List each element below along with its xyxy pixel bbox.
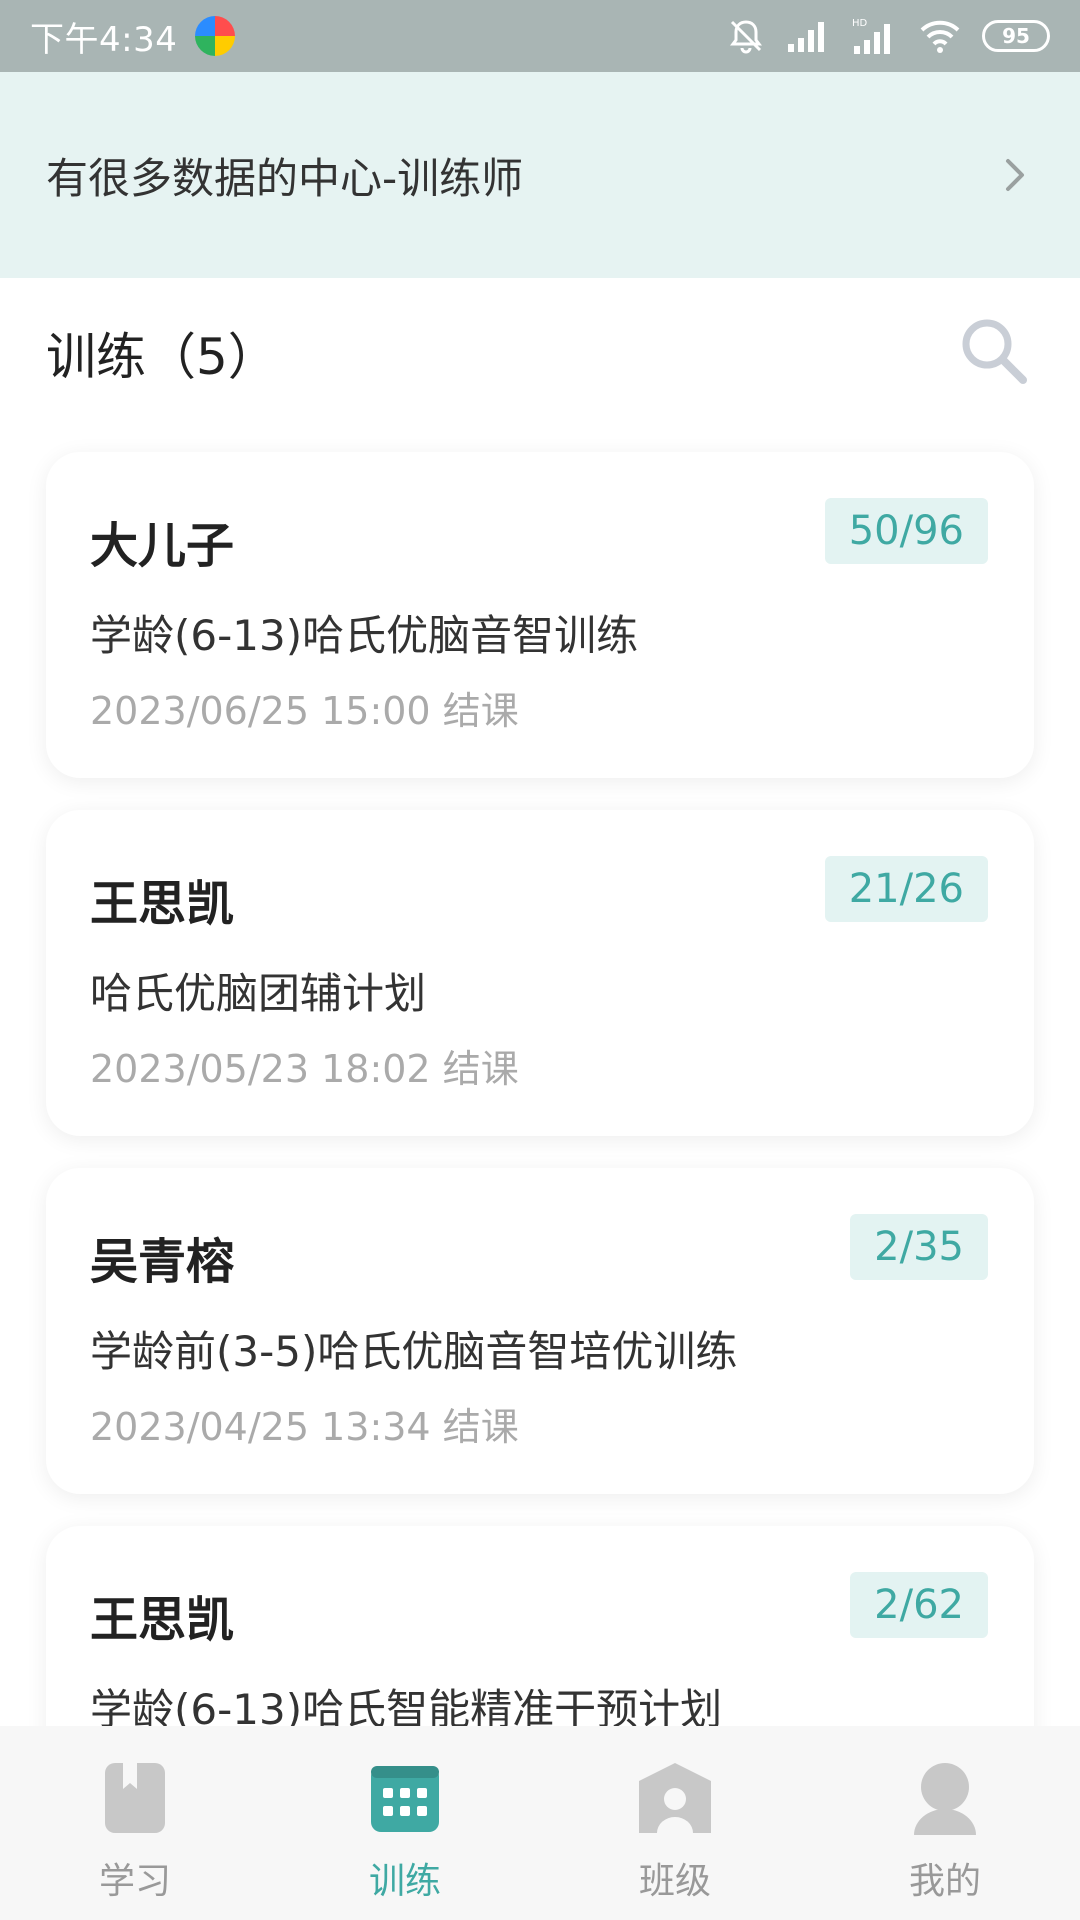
app-logo-icon: [195, 16, 236, 56]
signal-icon: [786, 18, 830, 54]
progress-badge: 2/62: [850, 1572, 988, 1638]
calendar-grid-icon: [365, 1758, 445, 1838]
status-time: 下午4:34: [30, 19, 178, 60]
course-name: 学龄前(3-5)哈氏优脑音智培优训练: [90, 1327, 738, 1376]
search-button[interactable]: [954, 313, 1034, 393]
nav-label: 学习: [98, 1861, 171, 1902]
battery-indicator: 95: [982, 20, 1050, 52]
course-name: 哈氏优脑团辅计划: [90, 969, 427, 1018]
org-title: 有很多数据的中心-训练师: [46, 153, 524, 203]
end-date: 2023/06/25 15:00 结课: [90, 689, 519, 733]
student-name: 大儿子: [90, 518, 235, 574]
nav-label: 训练: [368, 1861, 441, 1902]
wifi-icon: [918, 18, 962, 54]
progress-badge: 50/96: [824, 498, 988, 564]
section-header: 训练（5）: [0, 278, 1080, 428]
mute-bell-icon: [726, 16, 766, 56]
status-bar: 下午4:34 HD 95: [0, 0, 1080, 72]
chevron-right-icon: [994, 155, 1034, 195]
user-icon: [905, 1758, 985, 1838]
bottom-nav: 学习 训练 班级 我的: [0, 1726, 1080, 1920]
nav-item-training[interactable]: 训练: [270, 1726, 540, 1920]
hd-signal-icon: HD: [850, 16, 898, 56]
nav-label: 班级: [638, 1861, 711, 1902]
training-card[interactable]: 大儿子 50/96 学龄(6-13)哈氏优脑音智训练 2023/06/25 15…: [46, 452, 1034, 778]
svg-text:HD: HD: [852, 18, 868, 29]
end-date: 2023/04/25 13:34 结课: [90, 1405, 519, 1449]
nav-item-study[interactable]: 学习: [0, 1726, 270, 1920]
nav-item-mine[interactable]: 我的: [810, 1726, 1080, 1920]
progress-badge: 21/26: [824, 856, 988, 922]
status-left: 下午4:34: [30, 12, 236, 61]
nav-label: 我的: [908, 1861, 981, 1902]
search-icon: [957, 314, 1031, 392]
training-card[interactable]: 吴青榕 2/35 学龄前(3-5)哈氏优脑音智培优训练 2023/04/25 1…: [46, 1168, 1034, 1494]
status-right: HD 95: [726, 16, 1050, 56]
class-house-icon: [635, 1758, 715, 1838]
progress-badge: 2/35: [850, 1214, 988, 1280]
end-date: 2023/05/23 18:02 结课: [90, 1047, 519, 1091]
org-selector[interactable]: 有很多数据的中心-训练师: [0, 72, 1080, 278]
app-screen: 下午4:34 HD 95 有很多数据的中心-训练师 训练（5） 大儿子 50/9…: [0, 0, 1080, 1920]
student-name: 王思凯: [90, 876, 235, 932]
section-title: 训练（5）: [46, 328, 278, 386]
training-card[interactable]: 王思凯 21/26 哈氏优脑团辅计划 2023/05/23 18:02 结课: [46, 810, 1034, 1136]
nav-item-class[interactable]: 班级: [540, 1726, 810, 1920]
student-name: 王思凯: [90, 1592, 235, 1648]
book-icon: [95, 1758, 175, 1838]
course-name: 学龄(6-13)哈氏优脑音智训练: [90, 611, 639, 660]
student-name: 吴青榕: [90, 1234, 235, 1290]
